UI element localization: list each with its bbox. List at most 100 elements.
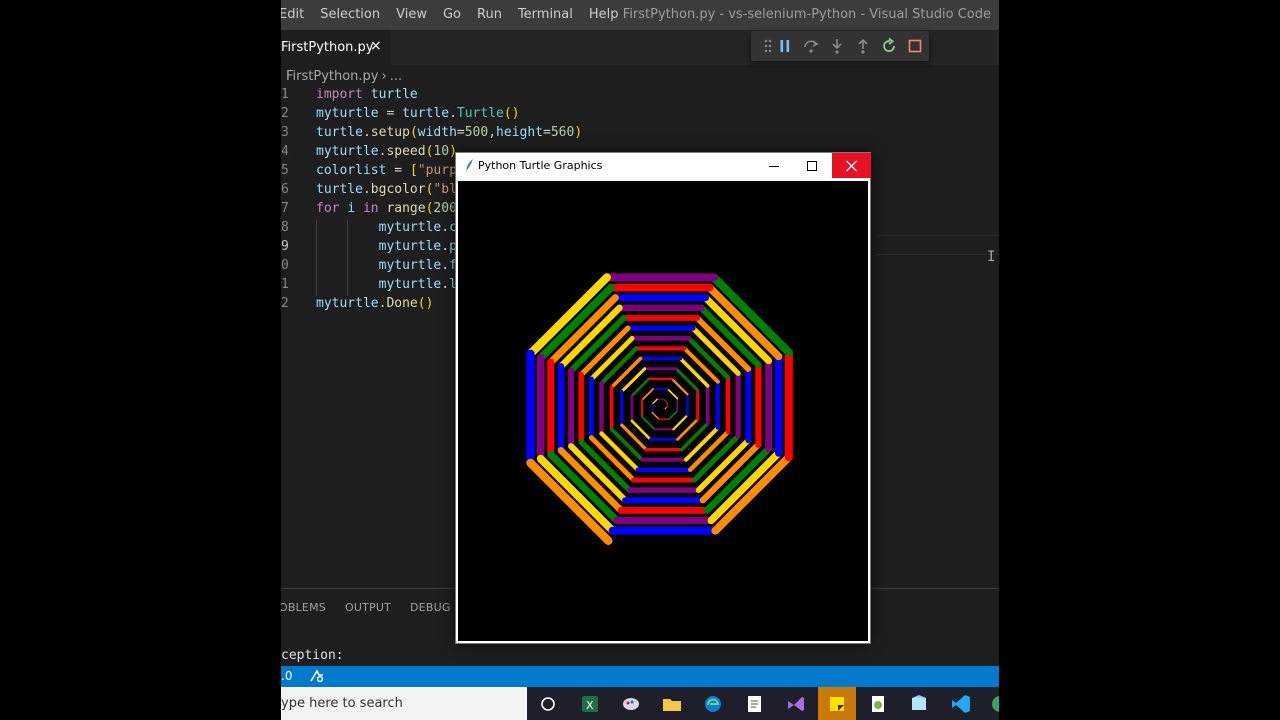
paint-icon[interactable] xyxy=(620,693,642,715)
code-line[interactable]: 1 import turtle xyxy=(281,87,999,106)
search-placeholder: ype here to search xyxy=(281,696,403,711)
task-view-icon[interactable] xyxy=(537,693,559,715)
step-into-icon[interactable] xyxy=(828,37,846,55)
line-number: 2 xyxy=(281,106,289,121)
vscode-window: Edit Selection View Go Run Terminal Help… xyxy=(281,0,999,720)
line-number: 0 xyxy=(281,258,289,273)
window-title: FirstPython.py - vs-selenium-Python - Vi… xyxy=(622,7,991,22)
status-bar: .0 xyxy=(281,666,999,687)
step-over-icon[interactable] xyxy=(802,37,820,55)
edge-icon[interactable] xyxy=(702,693,724,715)
svg-text:X: X xyxy=(586,699,594,712)
status-item[interactable]: .0 xyxy=(281,669,292,683)
drag-handle-icon[interactable] xyxy=(759,37,777,55)
menu-terminal[interactable]: Terminal xyxy=(518,7,573,22)
code-text: turtle.bgcolor("bl xyxy=(316,182,457,197)
notepadpp-icon[interactable] xyxy=(867,693,889,715)
live-share-icon[interactable] xyxy=(309,669,325,683)
terminal-output: ception: xyxy=(281,648,344,663)
spiral-segment xyxy=(680,421,710,452)
spiral-segment xyxy=(672,414,689,431)
chrome-icon[interactable] xyxy=(989,693,999,715)
spiral-segment xyxy=(668,410,679,420)
spiral-segment xyxy=(662,398,668,404)
code-text: myturtle.Done() xyxy=(316,296,434,311)
code-text: turtle.setup(width=500,height=560) xyxy=(316,125,583,140)
spiral-segment xyxy=(666,388,679,400)
spiral-segment xyxy=(620,423,648,452)
line-number: 3 xyxy=(281,125,289,140)
feather-icon xyxy=(466,159,473,171)
menu-selection[interactable]: Selection xyxy=(320,7,380,22)
line-number: 5 xyxy=(281,163,289,178)
line-number: 7 xyxy=(281,201,289,216)
spiral-segment xyxy=(651,398,658,405)
windows-taskbar: ype here to search X xyxy=(281,687,999,720)
tab-problems[interactable]: OBLEMS xyxy=(281,601,326,614)
turtle-window-titlebar[interactable]: Python Turtle Graphics xyxy=(456,153,871,180)
spiral-segment xyxy=(705,283,783,361)
breadcrumb-more[interactable]: ... xyxy=(390,69,402,84)
title-bar: Edit Selection View Go Run Terminal Help… xyxy=(281,0,999,30)
code-text: myturtle.f xyxy=(378,258,457,273)
code-line[interactable]: 2 myturtle = turtle.Turtle() xyxy=(281,106,999,125)
code-line[interactable]: 3 turtle.setup(width=500,height=560) xyxy=(281,125,999,144)
step-out-icon[interactable] xyxy=(854,37,872,55)
line-number: 1 xyxy=(281,277,289,292)
menu-go[interactable]: Go xyxy=(443,7,461,22)
line-number: 2 xyxy=(281,296,289,311)
spiral-segment xyxy=(640,415,656,431)
spiral-segment xyxy=(630,377,651,398)
spiral-segment xyxy=(670,377,689,396)
line-number: 1 xyxy=(281,87,289,102)
breadcrumb: FirstPython.py ›... xyxy=(286,69,402,84)
turtle-window-title: Python Turtle Graphics xyxy=(478,159,603,172)
turtle-canvas xyxy=(458,181,868,641)
vscode-icon[interactable] xyxy=(950,693,972,715)
taskbar-search-box[interactable]: ype here to search xyxy=(281,687,527,720)
code-text: myturtle.l xyxy=(378,277,457,292)
menu-bar: Edit Selection View Go Run Terminal Help xyxy=(281,7,635,22)
code-text: myturtle.speed(10) xyxy=(316,144,457,159)
code-text: import turtle xyxy=(316,87,418,102)
line-number: 8 xyxy=(281,220,289,235)
close-icon[interactable]: × xyxy=(370,38,382,54)
excel-icon[interactable]: X xyxy=(579,693,601,715)
breadcrumb-file[interactable]: FirstPython.py xyxy=(286,69,379,84)
spiral-segment xyxy=(651,411,660,420)
pause-icon[interactable] xyxy=(776,37,794,55)
spiral-segment xyxy=(678,356,710,388)
line-number: 9 xyxy=(281,239,289,254)
stop-icon[interactable] xyxy=(906,37,924,55)
close-icon[interactable] xyxy=(832,153,871,178)
code-text: myturtle = turtle.Turtle() xyxy=(316,106,520,121)
menu-edit[interactable]: Edit xyxy=(281,7,304,22)
notepad-icon[interactable] xyxy=(744,693,766,715)
tab-label: FirstPython.py xyxy=(281,40,374,55)
text-cursor-icon: I xyxy=(987,249,996,265)
menu-view[interactable]: View xyxy=(396,7,427,22)
sticky-notes-icon[interactable] xyxy=(826,693,848,715)
python-idle-icon[interactable] xyxy=(908,693,930,715)
tab-firstpython[interactable]: FirstPython.py × xyxy=(281,30,391,65)
turtle-graphics-window: Python Turtle Graphics xyxy=(455,152,871,644)
spiral-segment xyxy=(609,356,643,390)
line-number: 4 xyxy=(281,144,289,159)
menu-help[interactable]: Help xyxy=(589,7,619,22)
code-text: myturtle.p xyxy=(378,239,457,254)
restart-icon[interactable] xyxy=(880,37,898,55)
spiral-segment xyxy=(707,449,783,525)
code-text: for i in range(200 xyxy=(316,201,457,216)
maximize-icon[interactable] xyxy=(794,153,830,180)
visual-studio-icon[interactable] xyxy=(785,693,807,715)
spiral-segment xyxy=(609,427,644,462)
line-number: 6 xyxy=(281,182,289,197)
code-text: colorlist = ["purp xyxy=(316,163,457,178)
file-explorer-icon[interactable] xyxy=(661,693,683,715)
debug-toolbar xyxy=(751,31,929,61)
code-text: myturtle.c xyxy=(378,220,457,235)
minimize-icon[interactable] xyxy=(756,153,792,180)
spiral-segment xyxy=(641,388,655,401)
menu-run[interactable]: Run xyxy=(477,7,502,22)
tab-output[interactable]: OUTPUT xyxy=(345,601,391,614)
